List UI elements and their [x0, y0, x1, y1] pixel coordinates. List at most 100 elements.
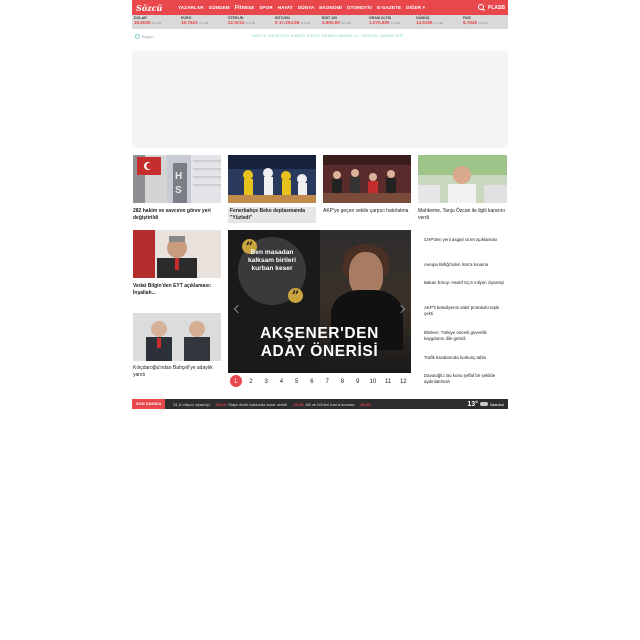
top-navigation-bar: Sözcü YAZARLAR GÜNDEM Fitness SPOR HAYAT… — [132, 0, 508, 15]
page-button[interactable]: 11 — [381, 375, 396, 389]
svg-text:H: H — [175, 171, 182, 182]
page-button[interactable]: 2 — [243, 375, 258, 389]
news-marquee[interactable]: SÖZCÜ GAZETESİ HABER SİTESİ HEMEN ABONE … — [252, 34, 403, 38]
nav-spor[interactable]: SPOR — [259, 5, 272, 11]
breaking-text: Olaylı derbi hakkında karar verildi — [227, 401, 288, 407]
page-button[interactable]: 7 — [320, 375, 335, 389]
ticker-item[interactable]: STERLİN 22,5015 % 0,00 — [226, 15, 273, 29]
side-news-item[interactable]: Trafik kazalarında korkunç tablo — [424, 355, 506, 361]
news-card-image — [418, 155, 507, 203]
breaking-item[interactable]: 23:13 AB ve İM'den İran'a kınama — [293, 402, 354, 407]
side-news-list: CHP'den yeni asgari ücret açıklaması Avr… — [420, 230, 507, 390]
news-card[interactable]: H S 282 hakim ve savcının görev yeri değ… — [133, 155, 221, 223]
ticker-change: % 0,00 — [341, 21, 351, 25]
nav-otomotiv[interactable]: OTOMOTİV — [347, 5, 372, 11]
ticker-item[interactable]: EURO 19,7623 % 0,00 — [179, 15, 226, 29]
nav-hayat[interactable]: HAYAT — [278, 5, 293, 11]
side-news-item[interactable]: Avrupa Birliği'nden İran'a kınama — [424, 262, 506, 268]
ticker-item[interactable]: BITCOIN $ 17.204,96 % 0,00 — [273, 15, 320, 29]
ticker-value: 18,6035 — [134, 20, 151, 25]
nav-yazarlar[interactable]: YAZARLAR — [178, 5, 204, 11]
breaking-time: 23:13 — [293, 401, 304, 407]
page-button[interactable]: 4 — [274, 375, 289, 389]
advertisement-slot[interactable] — [132, 51, 508, 148]
nav-gundem[interactable]: GÜNDEM — [209, 5, 230, 11]
ticker-value: $ 17.204,96 — [275, 20, 300, 25]
news-card-title[interactable]: Kılıçdaroğlu'ndan Bahçeli'ye adaylık yan… — [133, 365, 221, 379]
slider-quote: Ben masadan kalksam birileri kurban kese… — [247, 249, 297, 272]
side-news-item[interactable]: AKP'li belediyenin vakıf protokolü tepki… — [424, 305, 506, 317]
breaking-news-bar: SON DAKİKA 51,5 milyon ziyaretçi 23:43 Ol… — [132, 399, 508, 409]
page-button[interactable]: 9 — [350, 375, 365, 389]
ticker-item[interactable]: DOLAR 18,6035 % 0,00 — [132, 15, 179, 29]
news-card[interactable]: Vedat Bilgin'den EYT açıklaması: İnşalla… — [133, 230, 221, 300]
login-button[interactable]: PLASB — [488, 5, 505, 11]
page-button[interactable]: 12 — [396, 375, 411, 389]
ticker-change: % 0,00 — [433, 21, 444, 25]
market-ticker: DOLAR 18,6035 % 0,00 EURO 19,7623 % 0,00 S… — [132, 15, 508, 29]
page-button[interactable]: 6 — [304, 375, 319, 389]
weather-widget[interactable]: 13° İstanbul — [467, 401, 508, 408]
news-card[interactable]: Fenerbahçe Beko deplasmanda "Yüzledi" — [228, 155, 316, 223]
breaking-time: 22:45 — [360, 401, 371, 407]
svg-text:S: S — [175, 185, 182, 196]
ticker-value: 13,8155 — [416, 20, 433, 25]
page-button[interactable]: 8 — [335, 375, 350, 389]
clock-icon — [135, 33, 140, 39]
search-icon[interactable] — [478, 4, 485, 11]
breaking-item[interactable]: 22:45 — [360, 402, 372, 407]
news-card-image — [228, 155, 316, 203]
today-indicator: Bugün — [132, 33, 252, 39]
ticker-value: 19,7623 — [181, 20, 198, 25]
news-card-title[interactable]: Mahkeme, Tanju Özcan ile ilgili kararını… — [418, 208, 507, 222]
nav-dunya[interactable]: DÜNYA — [298, 5, 314, 11]
breaking-label: SON DAKİKA — [132, 399, 166, 409]
nav-ekonomi[interactable]: EKONOMİ — [319, 5, 342, 11]
main-nav: YAZARLAR GÜNDEM Fitness SPOR HAYAT DÜNYA… — [178, 5, 478, 11]
page-button[interactable]: 3 — [259, 375, 274, 389]
today-label: Bugün — [142, 33, 154, 39]
slider-headline-line2: ADAY ÖNERİSİ — [260, 343, 379, 360]
page-button-active[interactable]: 1 — [229, 375, 242, 387]
ticker-item[interactable]: GRAM ALTIN 1.075,980 % 0,00 — [367, 15, 414, 29]
page-button[interactable]: 10 — [365, 375, 380, 389]
news-card-title[interactable]: AKP'ye geçen vekile çarpıcı hatırlatma — [323, 208, 411, 215]
ticker-item[interactable]: BIST 100 4.805,80 % 0,00 — [320, 15, 367, 29]
ticker-change: % 0,00 — [151, 21, 162, 25]
nav-egazete[interactable]: E-GAZETE — [377, 5, 401, 11]
news-strip: Bugün SÖZCÜ GAZETESİ HABER SİTESİ HEMEN … — [132, 30, 508, 42]
close-quote-icon: ” — [288, 288, 303, 304]
nav-diger[interactable]: DİĞER ▾ — [406, 5, 425, 11]
side-news-item[interactable]: Davutoğlu: Bu konu şeffaf bir şekilde ay… — [424, 373, 506, 385]
side-news-item[interactable]: Bakan Ersoy: Hedef 51,5 milyon ziyaretçi — [424, 280, 506, 286]
site-logo[interactable]: Sözcü — [132, 3, 176, 13]
news-card-title[interactable]: 282 hakim ve savcının görev yeri değişti… — [133, 208, 221, 222]
page-button[interactable]: 1 — [228, 375, 243, 389]
breaking-text: 51,5 milyon ziyaretçi — [173, 401, 210, 407]
breaking-text: AB ve İM'den İran'a kınama — [305, 401, 355, 407]
ticker-change: % 0,00 — [245, 21, 256, 25]
side-news-item[interactable]: CHP'den yeni asgari ücret açıklaması — [424, 237, 506, 243]
breaking-item[interactable]: 23:43 Olaylı derbi hakkında karar verildi — [216, 402, 288, 407]
slider-headline[interactable]: AKŞENER'DEN ADAY ÖNERİSİ — [228, 325, 411, 361]
slider-pagination: 1 2 3 4 5 6 7 8 9 10 11 12 — [228, 375, 411, 389]
slider-headline-line1: AKŞENER'DEN — [260, 325, 379, 342]
headline-slider[interactable]: “ ” Ben masadan kalksam birileri kurban … — [228, 230, 411, 373]
news-card-title[interactable]: Vedat Bilgin'den EYT açıklaması: İnşalla… — [133, 283, 221, 297]
news-card[interactable]: Mahkeme, Tanju Özcan ile ilgili kararını… — [418, 155, 507, 223]
breaking-time: 23:43 — [215, 401, 226, 407]
news-card[interactable]: Kılıçdaroğlu'ndan Bahçeli'ye adaylık yan… — [133, 313, 221, 383]
news-card-image: H S — [133, 155, 221, 203]
ticker-change: % 0,00 — [478, 21, 488, 25]
page-button[interactable]: 5 — [289, 375, 304, 389]
news-card[interactable]: AKP'ye geçen vekile çarpıcı hatırlatma — [323, 155, 411, 223]
arrow-left-icon[interactable] — [233, 304, 243, 314]
news-card-title[interactable]: Fenerbahçe Beko deplasmanda "Yüzledi" — [228, 207, 316, 223]
ticker-change: % 0,00 — [390, 21, 401, 25]
nav-fitness[interactable]: Fitness — [235, 5, 255, 11]
weather-city: İstanbul — [489, 401, 504, 407]
ticker-item[interactable]: GÜMÜŞ 13,8155 % 0,00 — [414, 15, 461, 29]
side-news-item[interactable]: Blinken: Türkiye önemli güvenlik kaygıla… — [424, 330, 506, 342]
breaking-item[interactable]: 51,5 milyon ziyaretçi — [171, 402, 209, 407]
ticker-item[interactable]: FAİZ 8,7645 % 0,00 — [461, 15, 508, 29]
